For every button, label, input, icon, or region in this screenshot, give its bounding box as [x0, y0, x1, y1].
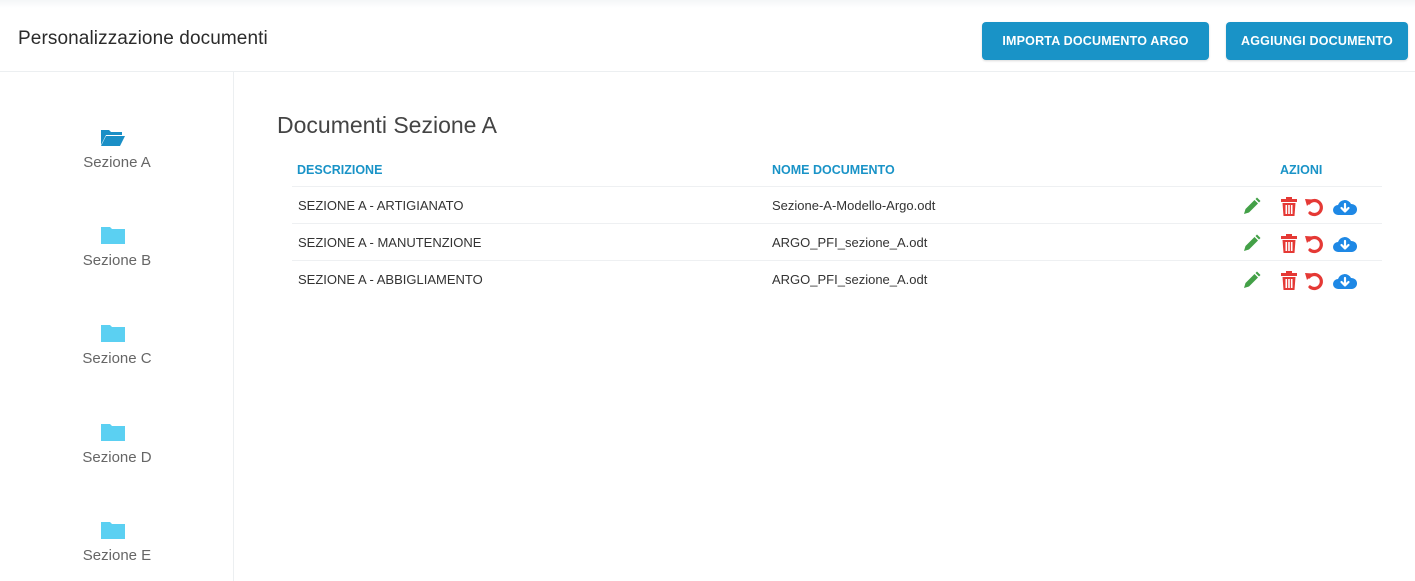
top-shadow	[0, 0, 1415, 8]
cloud-download-icon[interactable]	[1332, 270, 1358, 292]
folder-icon	[101, 325, 125, 342]
pencil-icon[interactable]	[1240, 270, 1262, 292]
section-title: Documenti Sezione A	[277, 112, 497, 138]
undo-icon[interactable]	[1303, 270, 1325, 292]
row-actions	[1240, 233, 1370, 255]
trash-icon[interactable]	[1278, 270, 1300, 292]
row-document-name: Sezione-A-Modello-Argo.odt	[772, 198, 936, 213]
add-document-button[interactable]: AGGIUNGI DOCUMENTO	[1226, 22, 1408, 60]
trash-icon[interactable]	[1278, 233, 1300, 255]
table-row: SEZIONE A - MANUTENZIONE ARGO_PFI_sezion…	[292, 224, 1382, 261]
sidebar-item-label: Sezione B	[82, 252, 152, 269]
cloud-download-icon[interactable]	[1332, 196, 1358, 218]
folder-icon	[101, 424, 125, 441]
sidebar-item-sezione-d[interactable]: Sezione D	[0, 421, 234, 491]
folder-icon	[101, 227, 125, 244]
column-header-document-name: NOME DOCUMENTO	[772, 163, 895, 177]
row-actions	[1240, 196, 1370, 218]
table-row: SEZIONE A - ABBIGLIAMENTO ARGO_PFI_sezio…	[292, 261, 1382, 298]
row-description: SEZIONE A - ABBIGLIAMENTO	[298, 272, 483, 287]
row-actions	[1240, 270, 1370, 292]
folder-icon	[101, 522, 125, 539]
column-header-actions: AZIONI	[1280, 163, 1323, 177]
page-title: Personalizzazione documenti	[18, 28, 268, 49]
sidebar-item-label: Sezione A	[83, 154, 151, 171]
sidebar-item-label: Sezione E	[82, 547, 152, 564]
sidebar-item-label: Sezione D	[82, 449, 152, 466]
documents-table: DESCRIZIONE NOME DOCUMENTO AZIONI SEZION…	[292, 152, 1382, 298]
column-header-description: DESCRIZIONE	[297, 163, 383, 177]
table-header: DESCRIZIONE NOME DOCUMENTO AZIONI	[292, 152, 1382, 187]
folder-open-icon	[101, 130, 125, 146]
sidebar-item-sezione-c[interactable]: Sezione C	[0, 322, 234, 392]
undo-icon[interactable]	[1303, 196, 1325, 218]
undo-icon[interactable]	[1303, 233, 1325, 255]
row-description: SEZIONE A - ARTIGIANATO	[298, 198, 464, 213]
trash-icon[interactable]	[1278, 196, 1300, 218]
row-description: SEZIONE A - MANUTENZIONE	[298, 235, 482, 250]
sidebar-item-sezione-e[interactable]: Sezione E	[0, 519, 234, 581]
table-row: SEZIONE A - ARTIGIANATO Sezione-A-Modell…	[292, 187, 1382, 224]
pencil-icon[interactable]	[1240, 233, 1262, 255]
row-document-name: ARGO_PFI_sezione_A.odt	[772, 272, 928, 287]
row-document-name: ARGO_PFI_sezione_A.odt	[772, 235, 928, 250]
sidebar-item-sezione-b[interactable]: Sezione B	[0, 224, 234, 294]
pencil-icon[interactable]	[1240, 196, 1262, 218]
sidebar-item-sezione-a[interactable]: Sezione A	[0, 126, 234, 196]
cloud-download-icon[interactable]	[1332, 233, 1358, 255]
import-argo-document-button[interactable]: IMPORTA DOCUMENTO ARGO	[982, 22, 1209, 60]
sidebar: Sezione A Sezione B Sezione C Sezione D …	[0, 72, 234, 581]
top-bar: Personalizzazione documenti IMPORTA DOCU…	[0, 0, 1415, 72]
sidebar-item-label: Sezione C	[82, 350, 152, 367]
